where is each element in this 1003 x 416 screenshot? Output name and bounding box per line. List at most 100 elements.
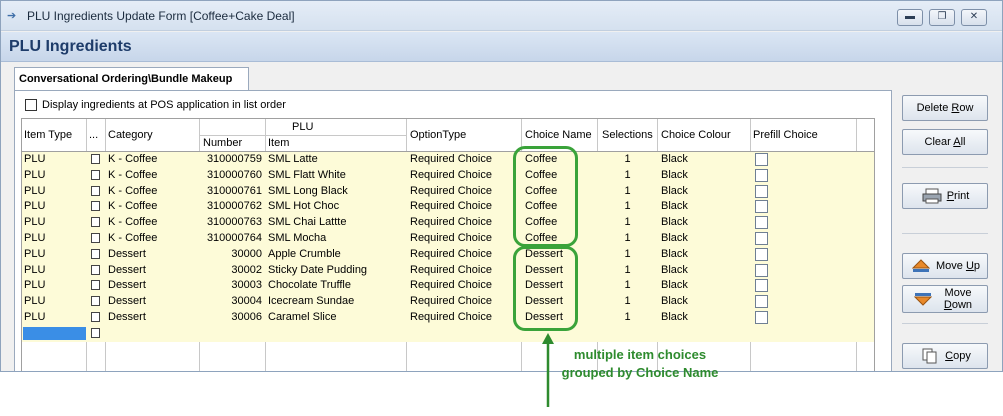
table-row[interactable]: PLU Dessert 30000 Apple Crumble Required Cho… xyxy=(22,246,874,263)
cell-category[interactable]: Dessert xyxy=(108,311,196,323)
row-lookup-icon[interactable] xyxy=(91,217,100,228)
cell-choice-colour[interactable]: Black xyxy=(661,185,746,197)
cell-option-type[interactable]: Required Choice xyxy=(410,295,520,307)
col-selections[interactable]: Selections xyxy=(602,129,653,141)
col-option-type[interactable]: OptionType xyxy=(410,129,466,141)
cell-choice-colour[interactable]: Black xyxy=(661,153,746,165)
cell-item-type[interactable]: PLU xyxy=(24,232,84,244)
new-row[interactable] xyxy=(22,325,874,342)
move-up-button[interactable]: Move Up xyxy=(902,253,988,279)
table-row[interactable]: PLU Dessert 30003 Chocolate Truffle Required… xyxy=(22,278,874,295)
cell-category[interactable]: K - Coffee xyxy=(108,216,196,228)
cell-selections[interactable]: 1 xyxy=(600,248,655,260)
prefill-checkbox[interactable] xyxy=(755,216,768,230)
cell-item-type[interactable]: PLU xyxy=(24,185,84,197)
row-lookup-icon[interactable] xyxy=(91,201,100,212)
cell-category[interactable]: Dessert xyxy=(108,264,196,276)
tab-conversational-ordering[interactable]: Conversational Ordering\Bundle Makeup xyxy=(14,67,249,91)
row-lookup-icon[interactable] xyxy=(91,264,100,275)
cell-item-type[interactable]: PLU xyxy=(24,311,84,323)
cell-option-type[interactable]: Required Choice xyxy=(410,200,520,212)
cell-item-type[interactable]: PLU xyxy=(24,279,84,291)
cell-item-type[interactable]: PLU xyxy=(24,169,84,181)
row-lookup-icon[interactable] xyxy=(91,248,100,259)
cell-number[interactable]: 30006 xyxy=(202,311,262,323)
row-lookup-icon[interactable] xyxy=(91,169,100,180)
copy-button[interactable]: Copy xyxy=(902,343,988,369)
cell-selections[interactable]: 1 xyxy=(600,232,655,244)
cell-category[interactable]: K - Coffee xyxy=(108,185,196,197)
prefill-checkbox[interactable] xyxy=(755,295,768,309)
cell-item-type[interactable]: PLU xyxy=(24,200,84,212)
cell-item[interactable]: SML Latte xyxy=(268,153,403,165)
table-row[interactable]: PLU Dessert 30006 Caramel Slice Required Cho… xyxy=(22,310,874,326)
cell-choice-colour[interactable]: Black xyxy=(661,200,746,212)
clear-all-button[interactable]: Clear All xyxy=(902,129,988,155)
col-category[interactable]: Category xyxy=(108,129,153,141)
cell-item[interactable]: Sticky Date Pudding xyxy=(268,264,403,276)
display-order-checkbox[interactable] xyxy=(25,99,37,111)
cell-item[interactable]: SML Chai Lattte xyxy=(268,216,403,228)
cell-choice-colour[interactable]: Black xyxy=(661,264,746,276)
cell-selections[interactable]: 1 xyxy=(600,185,655,197)
prefill-checkbox[interactable] xyxy=(755,263,768,277)
cell-number[interactable]: 310000761 xyxy=(202,185,262,197)
cell-number[interactable]: 310000760 xyxy=(202,169,262,181)
prefill-checkbox[interactable] xyxy=(755,232,768,245)
table-row[interactable]: PLU Dessert 30004 Icecream Sundae Required C… xyxy=(22,294,874,311)
cell-number[interactable]: 310000764 xyxy=(202,232,262,244)
cell-selections[interactable]: 1 xyxy=(600,279,655,291)
table-row[interactable]: PLU K - Coffee 310000760 SML Flatt White Req… xyxy=(22,167,874,184)
cell-option-type[interactable]: Required Choice xyxy=(410,248,520,260)
table-row[interactable]: PLU K - Coffee 310000761 SML Long Black Requ… xyxy=(22,183,874,200)
row-lookup-icon[interactable] xyxy=(91,327,100,338)
restore-button[interactable]: ❐ xyxy=(929,9,955,26)
col-number[interactable]: Number xyxy=(203,137,242,149)
cell-selections[interactable]: 1 xyxy=(600,200,655,212)
cell-item[interactable]: SML Hot Choc xyxy=(268,200,403,212)
cell-category[interactable]: Dessert xyxy=(108,248,196,260)
cell-selections[interactable]: 1 xyxy=(600,153,655,165)
cell-category[interactable]: K - Coffee xyxy=(108,153,196,165)
cell-item[interactable]: SML Mocha xyxy=(268,232,403,244)
prefill-checkbox[interactable] xyxy=(755,168,768,182)
cell-item[interactable]: Icecream Sundae xyxy=(268,295,403,307)
cell-choice-colour[interactable]: Black xyxy=(661,279,746,291)
prefill-checkbox[interactable] xyxy=(755,184,768,198)
cell-choice-colour[interactable]: Black xyxy=(661,216,746,228)
row-lookup-icon[interactable] xyxy=(91,185,100,196)
cell-choice-colour[interactable]: Black xyxy=(661,232,746,244)
close-button[interactable]: ✕ xyxy=(961,9,987,26)
cell-item[interactable]: Caramel Slice xyxy=(268,311,403,323)
delete-row-button[interactable]: Delete Row xyxy=(902,95,988,121)
minimize-button[interactable]: ▬ xyxy=(897,9,923,26)
move-down-button[interactable]: Move Down xyxy=(902,285,988,313)
col-item-type[interactable]: Item Type xyxy=(24,129,72,141)
cell-number[interactable]: 30002 xyxy=(202,264,262,276)
cell-choice-colour[interactable]: Black xyxy=(661,311,746,323)
cell-choice-colour[interactable]: Black xyxy=(661,248,746,260)
cell-number[interactable]: 30000 xyxy=(202,248,262,260)
row-lookup-icon[interactable] xyxy=(91,154,100,164)
cell-option-type[interactable]: Required Choice xyxy=(410,232,520,244)
cell-option-type[interactable]: Required Choice xyxy=(410,216,520,228)
cell-item[interactable]: Chocolate Truffle xyxy=(268,279,403,291)
row-lookup-icon[interactable] xyxy=(91,296,100,307)
cell-option-type[interactable]: Required Choice xyxy=(410,169,520,181)
cell-selections[interactable]: 1 xyxy=(600,311,655,323)
cell-item[interactable]: SML Flatt White xyxy=(268,169,403,181)
row-lookup-icon[interactable] xyxy=(91,233,100,243)
cell-number[interactable]: 30004 xyxy=(202,295,262,307)
cell-item[interactable]: Apple Crumble xyxy=(268,248,403,260)
col-prefill-choice[interactable]: Prefill Choice xyxy=(753,129,818,141)
cell-selections[interactable]: 1 xyxy=(600,216,655,228)
col-choice-colour[interactable]: Choice Colour xyxy=(661,129,731,141)
col-dots[interactable]: ... xyxy=(89,129,98,141)
cell-category[interactable]: Dessert xyxy=(108,295,196,307)
table-row[interactable]: PLU Dessert 30002 Sticky Date Pudding Requir… xyxy=(22,262,874,279)
prefill-checkbox[interactable] xyxy=(755,200,768,214)
cell-option-type[interactable]: Required Choice xyxy=(410,264,520,276)
cell-selections[interactable]: 1 xyxy=(600,264,655,276)
cell-item[interactable]: SML Long Black xyxy=(268,185,403,197)
cell-category[interactable]: K - Coffee xyxy=(108,232,196,244)
